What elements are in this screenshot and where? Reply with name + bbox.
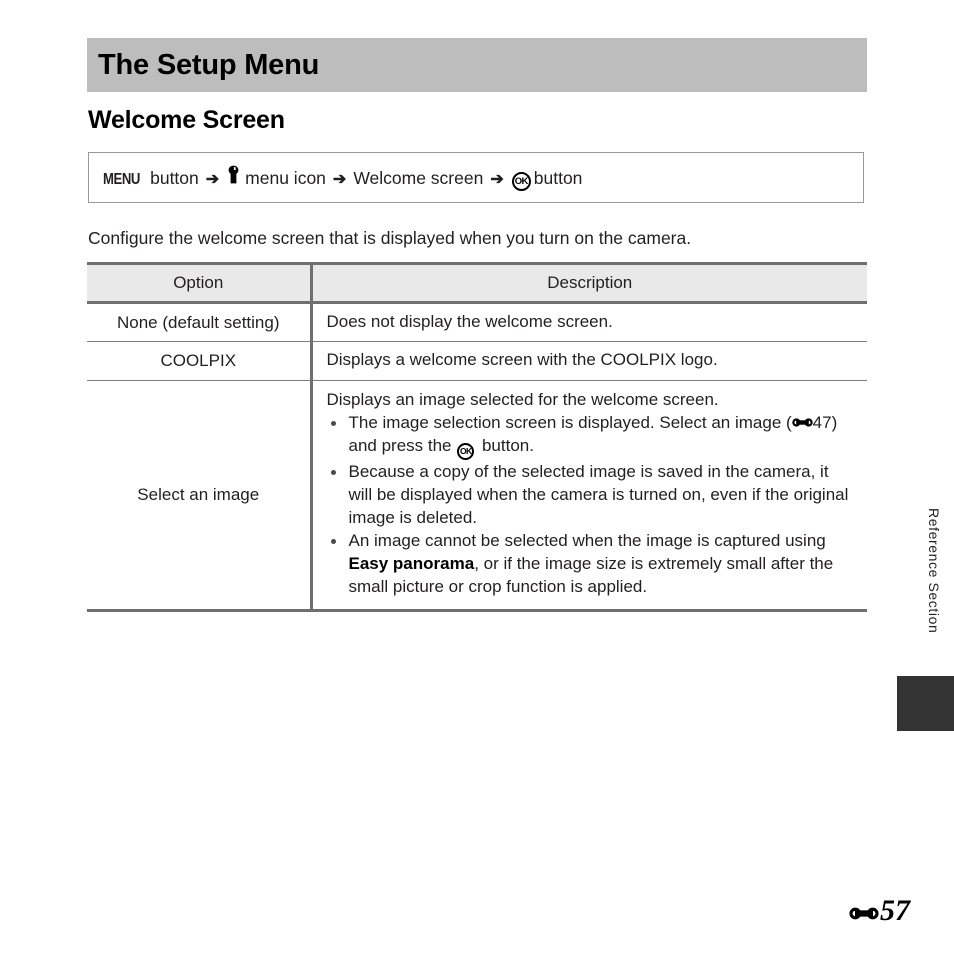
bullet-text-part: Because a copy of the selected image is … xyxy=(348,462,849,527)
bullet-text-part: button. xyxy=(477,436,534,456)
menu-button-label: button xyxy=(150,167,199,188)
column-header-description: Description xyxy=(311,262,867,304)
reference-page-number: 47 xyxy=(812,413,832,433)
options-table: Option Description None (default setting… xyxy=(87,262,867,612)
ok-button-icon: OK xyxy=(511,171,531,191)
description-bullet-list: The image selection screen is displayed.… xyxy=(327,412,856,598)
menu-icon-label: menu icon xyxy=(245,167,326,188)
list-item: Because a copy of the selected image is … xyxy=(327,461,856,529)
description-text: Displays a welcome screen with the COOLP… xyxy=(326,350,718,370)
chapter-title: The Setup Menu xyxy=(98,48,320,81)
intro-paragraph: Configure the welcome screen that is dis… xyxy=(88,228,692,248)
document-page: The Setup Menu Welcome Screen MENU butto… xyxy=(0,0,954,954)
page-number: 57 xyxy=(849,894,910,928)
list-item: An image cannot be selected when the ima… xyxy=(327,530,856,598)
table-row: None (default setting) Does not display … xyxy=(87,302,867,343)
menu-path-welcome-screen: Welcome screen xyxy=(353,167,484,188)
ok-button-label: button xyxy=(533,167,583,188)
bullet-text-part: An image cannot be selected when the ima… xyxy=(348,531,826,551)
description-text: Displays an image selected for the welco… xyxy=(326,389,719,409)
menu-path-box: MENU button ➔ menu icon ➔ Welcome screen… xyxy=(88,152,864,203)
bullet-icon xyxy=(330,421,336,427)
reference-section-icon xyxy=(849,904,879,923)
option-name: None (default setting) xyxy=(87,302,313,343)
table-row: COOLPIX Displays a welcome screen with t… xyxy=(87,341,867,381)
page-number-value: 57 xyxy=(880,894,910,927)
option-description: Displays an image selected for the welco… xyxy=(311,380,867,612)
menu-button-icon: MENU xyxy=(103,170,140,188)
option-description: Displays a welcome screen with the COOLP… xyxy=(311,341,867,381)
menu-path: MENU button ➔ menu icon ➔ Welcome screen… xyxy=(89,165,582,191)
wrench-icon xyxy=(227,165,240,184)
arrow-icon-1: ➔ xyxy=(205,170,220,188)
table-header-row: Option Description xyxy=(87,262,867,304)
arrow-icon-3: ➔ xyxy=(490,170,504,188)
reference-section-icon xyxy=(791,416,813,429)
description-text: Does not display the welcome screen. xyxy=(326,312,613,331)
margin-section-tab xyxy=(897,676,954,731)
bullet-text-part: The image selection screen is displayed.… xyxy=(348,413,792,433)
option-description: Does not display the welcome screen. xyxy=(311,302,867,343)
arrow-icon-2: ➔ xyxy=(332,170,347,188)
table-row: Select an image Displays an image select… xyxy=(87,380,867,612)
margin-section-label: Reference Section xyxy=(926,508,942,634)
ok-button-icon: OK xyxy=(457,443,475,461)
list-item: The image selection screen is displayed.… xyxy=(327,412,856,461)
column-header-option: Option xyxy=(87,262,313,304)
bullet-icon xyxy=(330,469,336,475)
section-heading: Welcome Screen xyxy=(88,106,285,134)
option-name: COOLPIX xyxy=(87,341,313,381)
bullet-text-emphasis: Easy panorama xyxy=(348,554,475,574)
bullet-icon xyxy=(330,539,336,545)
chapter-banner: The Setup Menu xyxy=(87,38,867,92)
option-name: Select an image xyxy=(87,380,313,612)
